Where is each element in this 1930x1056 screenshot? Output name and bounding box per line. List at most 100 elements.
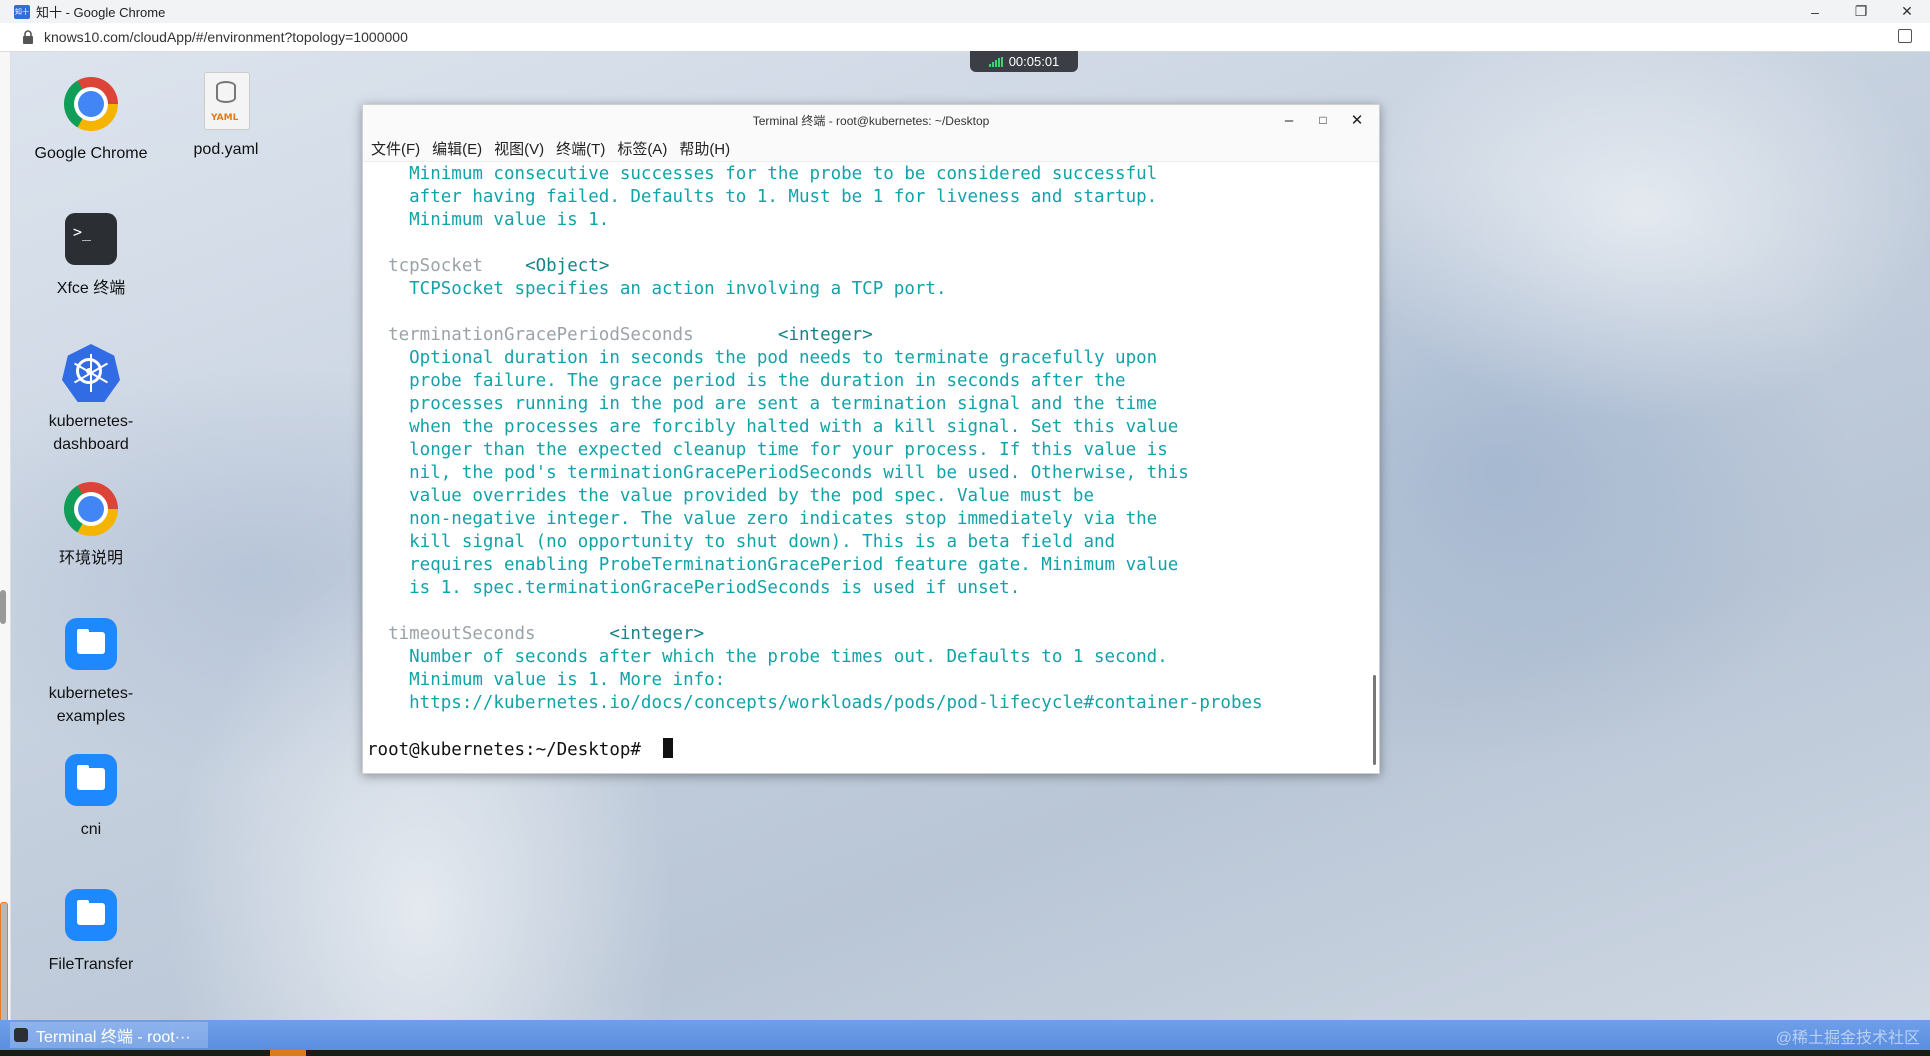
field-name: terminationGracePeriodSeconds [367, 325, 694, 345]
terminal-line: requires enabling ProbeTerminationGraceP… [367, 554, 1369, 577]
terminal-scrollbar[interactable] [1373, 675, 1376, 765]
field-type: <Object> [525, 256, 610, 276]
text-cursor [663, 738, 674, 758]
desktop-icon-filetransfer[interactable]: FileTransfer [26, 887, 156, 976]
chrome-icon [64, 77, 118, 131]
desktop-icon-google-chrome[interactable]: Google Chrome [26, 76, 156, 165]
recording-timer[interactable]: 00:05:01 [970, 51, 1078, 72]
terminal-icon [14, 1028, 28, 1042]
field-type: <integer> [777, 325, 873, 345]
terminal-line: probe failure. The grace period is the d… [367, 370, 1369, 393]
taskbar-item-label: Terminal 终端 - root··· [36, 1029, 191, 1046]
terminal-window-controls: – □ ✕ [1275, 105, 1371, 135]
desktop-icon-label: kubernetes-examples [48, 685, 134, 725]
terminal-output[interactable]: Minimum consecutive successes for the pr… [363, 163, 1369, 773]
url-text[interactable]: knows10.com/cloudApp/#/environment?topol… [44, 29, 408, 45]
desktop-icon-label: Xfce 终端 [56, 280, 126, 297]
description-text: after having failed. Defaults to 1. Must… [367, 187, 1158, 207]
kubernetes-icon [62, 344, 120, 402]
terminal-line: tcpSocket <Object> [367, 255, 1369, 278]
close-button[interactable]: ✕ [1343, 108, 1371, 132]
menu-view[interactable]: 视图(V) [494, 138, 544, 159]
menu-terminal[interactable]: 终端(T) [556, 138, 605, 159]
terminal-line: nil, the pod's terminationGracePeriodSec… [367, 462, 1369, 485]
description-text: requires enabling ProbeTerminationGraceP… [367, 555, 1179, 575]
terminal-line: Minimum value is 1. [367, 209, 1369, 232]
address-bar[interactable]: knows10.com/cloudApp/#/environment?topol… [0, 23, 1930, 52]
tab-search-icon[interactable] [1898, 29, 1912, 43]
description-text: Minimum consecutive successes for the pr… [367, 164, 1158, 184]
maximize-button[interactable]: □ [1309, 108, 1337, 132]
description-text: Minimum value is 1. More info: [367, 670, 726, 690]
field-gap [536, 624, 610, 644]
terminal-line: value overrides the value provided by th… [367, 485, 1369, 508]
signal-icon [988, 56, 1003, 67]
minimize-button[interactable]: – [1275, 108, 1303, 132]
chrome-icon [64, 482, 118, 536]
menu-tabs[interactable]: 标签(A) [617, 138, 667, 159]
terminal-titlebar[interactable]: Terminal 终端 - root@kubernetes: ~/Desktop… [363, 105, 1379, 135]
description-text: https://kubernetes.io/docs/concepts/work… [367, 693, 1263, 713]
lock-icon [23, 30, 33, 44]
field-type: <integer> [609, 624, 705, 644]
terminal-line: processes running in the pod are sent a … [367, 393, 1369, 416]
desktop-icon-label: FileTransfer [48, 956, 134, 973]
terminal-line: root@kubernetes:~/Desktop# [367, 738, 1369, 761]
side-panel-handle[interactable] [0, 902, 8, 1024]
menu-help[interactable]: 帮助(H) [679, 138, 730, 159]
terminal-line: Minimum consecutive successes for the pr… [367, 163, 1369, 186]
desktop-icon-label: Google Chrome [34, 145, 148, 162]
desktop-icon-kubernetes-dashboard[interactable]: kubernetes-dashboard [26, 344, 156, 456]
close-button[interactable]: ✕ [1884, 0, 1930, 23]
field-name: timeoutSeconds [367, 624, 536, 644]
browser-title: 知十 - Google Chrome [36, 5, 166, 20]
terminal-line: non-negative integer. The value zero ind… [367, 508, 1369, 531]
yaml-file-icon: YAML [204, 72, 250, 130]
taskbar-terminal-item[interactable]: Terminal 终端 - root··· [10, 1022, 208, 1048]
description-text: processes running in the pod are sent a … [367, 394, 1158, 414]
desktop-icon-label: cni [80, 821, 102, 838]
description-text: non-negative integer. The value zero ind… [367, 509, 1158, 529]
description-text: longer than the expected cleanup time fo… [367, 440, 1168, 460]
app-favicon-icon: 知十 [14, 4, 30, 19]
terminal-line: Minimum value is 1. More info: [367, 669, 1369, 692]
description-text: Optional duration in seconds the pod nee… [367, 348, 1158, 368]
description-text: is 1. spec.terminationGracePeriodSeconds… [367, 578, 1021, 598]
side-scroll-handle[interactable] [0, 590, 6, 624]
terminal-title: Terminal 终端 - root@kubernetes: ~/Desktop [752, 113, 990, 128]
desktop-icon-cni[interactable]: cni [26, 752, 156, 841]
browser-window-controls: – ❐ ✕ [1792, 0, 1930, 23]
description-text: value overrides the value provided by th… [367, 486, 1094, 506]
terminal-line: Optional duration in seconds the pod nee… [367, 347, 1369, 370]
desktop-icon-kubernetes-examples[interactable]: kubernetes-examples [26, 616, 156, 728]
desktop-icon-label: pod.yaml [193, 141, 259, 158]
terminal-line: longer than the expected cleanup time fo… [367, 439, 1369, 462]
shell-prompt: root@kubernetes:~/Desktop# [367, 740, 652, 760]
desktop-icon-label: kubernetes-dashboard [48, 413, 134, 453]
terminal-icon: >_ [65, 213, 117, 265]
folder-icon [65, 889, 117, 941]
terminal-line: terminationGracePeriodSeconds <integer> [367, 324, 1369, 347]
desktop-icon-environment-guide[interactable]: 环境说明 [26, 481, 156, 570]
terminal-line: https://kubernetes.io/docs/concepts/work… [367, 692, 1369, 715]
menu-edit[interactable]: 编辑(E) [432, 138, 482, 159]
menu-file[interactable]: 文件(F) [371, 138, 420, 159]
desktop-icon-pod-yaml[interactable]: YAML pod.yaml [161, 72, 291, 161]
description-text: kill signal (no opportunity to shut down… [367, 532, 1116, 552]
folder-icon [65, 618, 117, 670]
terminal-line: after having failed. Defaults to 1. Must… [367, 186, 1369, 209]
terminal-window[interactable]: Terminal 终端 - root@kubernetes: ~/Desktop… [362, 104, 1380, 774]
field-gap [483, 256, 525, 276]
watermark: @稀土掘金技术社区 [1775, 1030, 1920, 1047]
desktop-icon-xfce-terminal[interactable]: >_ Xfce 终端 [26, 211, 156, 300]
restore-button[interactable]: ❐ [1838, 0, 1884, 23]
taskbar: Terminal 终端 - root··· @稀土掘金技术社区 [0, 1020, 1930, 1050]
description-text: when the processes are forcibly halted w… [367, 417, 1179, 437]
folder-icon [65, 754, 117, 806]
description-text: TCPSocket specifies an action involving … [367, 279, 947, 299]
minimize-button[interactable]: – [1792, 0, 1838, 23]
